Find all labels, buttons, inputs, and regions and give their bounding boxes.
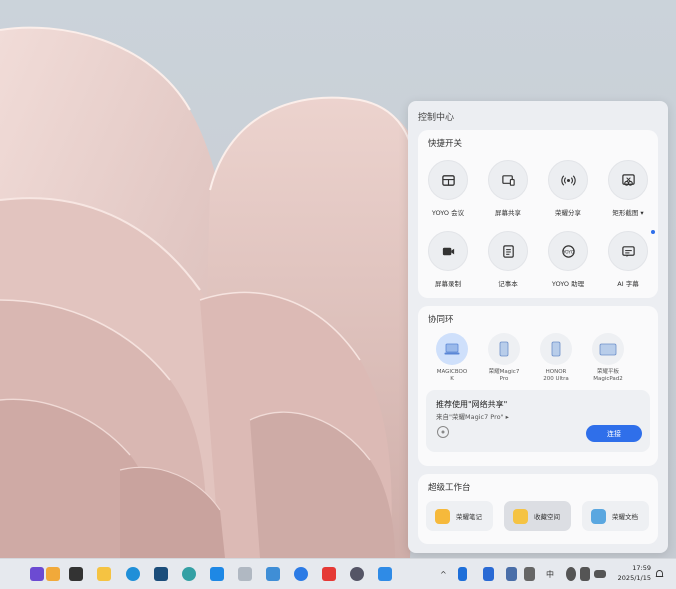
shortcut-yoyo-meeting[interactable]: YOYO 会议 bbox=[418, 160, 478, 217]
edge-browser-icon[interactable] bbox=[126, 567, 140, 581]
bluetooth-icon[interactable] bbox=[458, 567, 467, 581]
recommend-title: 推荐使用"网络共享" bbox=[436, 400, 508, 409]
battery-icon[interactable] bbox=[594, 570, 606, 578]
notepad-icon bbox=[488, 231, 528, 271]
page-indicator-dot bbox=[651, 230, 655, 234]
app-icon[interactable] bbox=[506, 567, 517, 581]
task-view-icon[interactable] bbox=[69, 567, 83, 581]
device-label: MAGICBOO K bbox=[436, 369, 468, 382]
shortcut-honor-share[interactable]: 荣耀分享 bbox=[538, 160, 598, 217]
app-icon[interactable] bbox=[30, 567, 44, 581]
app-icon[interactable] bbox=[210, 567, 224, 581]
notification-bell-icon[interactable] bbox=[655, 566, 664, 582]
screen-record-icon bbox=[428, 231, 468, 271]
screen-share-icon bbox=[488, 160, 528, 200]
tray-chevron-up-icon[interactable]: ^ bbox=[440, 566, 447, 582]
app-icon[interactable] bbox=[46, 567, 60, 581]
workbench-label: 荣耀文档 bbox=[612, 513, 638, 521]
app-icon[interactable] bbox=[378, 567, 392, 581]
phone-icon bbox=[540, 333, 572, 365]
desktop: 控制中心 快捷开关 YOYO 会议 屏幕共享 荣耀分享 矩形截图 ▾ 屏幕录制 … bbox=[0, 0, 676, 558]
workbench-label: 荣耀笔记 bbox=[456, 513, 482, 521]
shortcuts-title: 快捷开关 bbox=[428, 139, 463, 149]
shortcut-label: 记事本 bbox=[498, 280, 518, 288]
workbench-label: 收藏空间 bbox=[534, 513, 560, 521]
clock-date: 2025/1/15 bbox=[617, 574, 651, 582]
tablet-icon bbox=[592, 333, 624, 365]
control-center-panel: 控制中心 快捷开关 YOYO 会议 屏幕共享 荣耀分享 矩形截图 ▾ 屏幕录制 … bbox=[408, 101, 668, 553]
app-icon[interactable] bbox=[483, 567, 494, 581]
clock-time: 17:59 bbox=[632, 564, 651, 572]
input-language-indicator[interactable]: 中 bbox=[546, 566, 554, 582]
shortcuts-card: 快捷开关 YOYO 会议 屏幕共享 荣耀分享 矩形截图 ▾ 屏幕录制 记事本 Y… bbox=[418, 130, 658, 298]
volume-icon[interactable] bbox=[580, 567, 590, 581]
screenshot-icon bbox=[608, 160, 648, 200]
shortcut-notepad[interactable]: 记事本 bbox=[478, 231, 538, 288]
store-icon[interactable] bbox=[154, 567, 168, 581]
shortcut-screenshot[interactable]: 矩形截图 ▾ bbox=[598, 160, 658, 217]
workbench-favorites[interactable]: 收藏空间 bbox=[504, 501, 571, 531]
app-icon[interactable] bbox=[182, 567, 196, 581]
workbench-honor-docs[interactable]: 荣耀文档 bbox=[582, 501, 649, 531]
settings-gear-icon[interactable] bbox=[350, 567, 364, 581]
shortcut-label: YOYO 会议 bbox=[431, 209, 465, 217]
connect-button[interactable]: 连接 bbox=[586, 425, 642, 442]
device-magic7-pro[interactable]: 荣耀Magic7 Pro bbox=[474, 333, 534, 383]
shortcut-screen-share[interactable]: 屏幕共享 bbox=[478, 160, 538, 217]
clock[interactable]: 17:59 2025/1/15 bbox=[618, 563, 651, 583]
device-label: HONOR 200 Ultra bbox=[543, 369, 569, 382]
mail-icon[interactable] bbox=[266, 567, 280, 581]
hotspot-icon bbox=[436, 424, 450, 443]
shortcut-label: 屏幕共享 bbox=[495, 209, 521, 217]
workbench-card: 超级工作台 荣耀笔记 收藏空间 荣耀文档 bbox=[418, 474, 658, 544]
wps-icon[interactable] bbox=[322, 567, 336, 581]
notes-icon bbox=[435, 508, 450, 524]
device-magicpad2[interactable]: 荣耀平板 MagicPad2 bbox=[578, 333, 638, 383]
wifi-icon[interactable] bbox=[566, 567, 576, 581]
device-label: 荣耀Magic7 Pro bbox=[488, 369, 520, 382]
device-honor-200-ultra[interactable]: HONOR 200 Ultra bbox=[526, 333, 586, 383]
collaboration-card: 协同环 MAGICBOO K 荣耀Magic7 Pro HONOR 200 Ul… bbox=[418, 306, 658, 466]
svg-text:YOYO: YOYO bbox=[561, 249, 574, 254]
ai-subtitle-icon bbox=[608, 231, 648, 271]
app-icon[interactable] bbox=[294, 567, 308, 581]
app-icon[interactable] bbox=[238, 567, 252, 581]
shortcut-label: 屏幕录制 bbox=[435, 280, 461, 288]
workbench-title: 超级工作台 bbox=[428, 483, 471, 493]
file-explorer-icon[interactable] bbox=[97, 567, 111, 581]
shortcut-label: 矩形截图 ▾ bbox=[612, 209, 644, 217]
shortcut-yoyo-assistant[interactable]: YOYO YOYO 助理 bbox=[538, 231, 598, 288]
network-share-recommendation: 推荐使用"网络共享" 来自"荣耀Magic7 Pro" ▸ 连接 bbox=[426, 390, 650, 452]
shortcut-screen-record[interactable]: 屏幕录制 bbox=[418, 231, 478, 288]
taskbar: ^ 中 17:59 2025/1/15 bbox=[0, 558, 676, 589]
device-magicbook[interactable]: MAGICBOO K bbox=[422, 333, 482, 383]
shortcut-label: YOYO 助理 bbox=[551, 280, 585, 288]
recommend-subtitle[interactable]: 来自"荣耀Magic7 Pro" ▸ bbox=[436, 411, 509, 421]
device-label: 荣耀平板 MagicPad2 bbox=[593, 369, 623, 382]
meeting-icon bbox=[428, 160, 468, 200]
shortcut-label: 荣耀分享 bbox=[555, 209, 581, 217]
honor-share-icon bbox=[548, 160, 588, 200]
docs-icon bbox=[591, 508, 606, 524]
workbench-honor-notes[interactable]: 荣耀笔记 bbox=[426, 501, 493, 531]
assistant-icon: YOYO bbox=[548, 231, 588, 271]
shortcut-ai-subtitle[interactable]: AI 字幕 bbox=[598, 231, 658, 288]
shortcut-label: AI 字幕 bbox=[617, 280, 639, 288]
collaboration-title: 协同环 bbox=[428, 315, 454, 325]
phone-icon bbox=[488, 333, 520, 365]
favorites-icon bbox=[513, 508, 528, 524]
control-center-title: 控制中心 bbox=[418, 113, 455, 123]
app-icon[interactable] bbox=[524, 567, 535, 581]
laptop-icon bbox=[436, 333, 468, 365]
